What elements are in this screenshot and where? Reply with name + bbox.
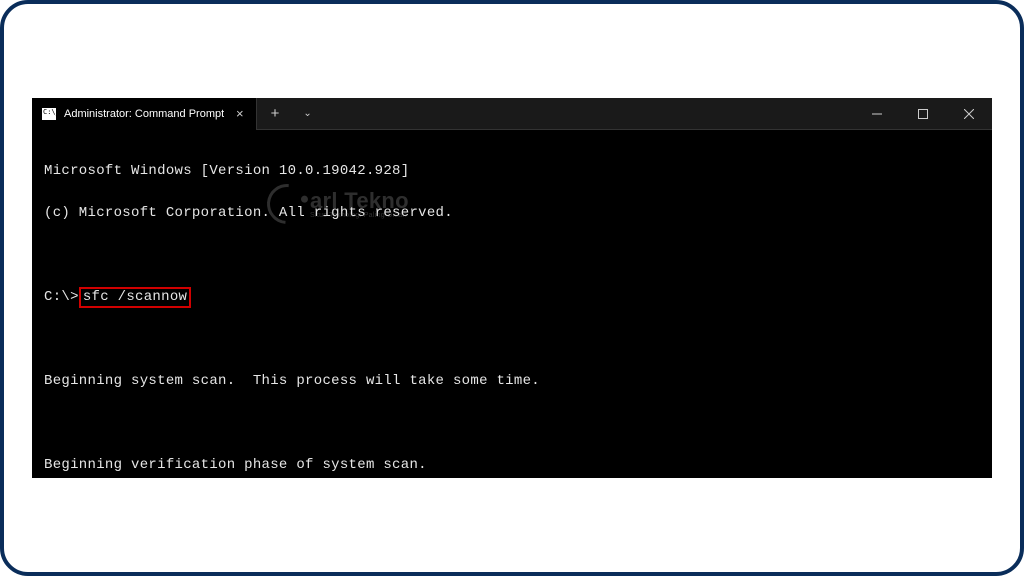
prompt-prefix: C:\>: [44, 287, 79, 308]
outer-frame: Administrator: Command Prompt × + ⌄: [0, 0, 1024, 576]
prompt-line: C:\>sfc /scannow: [44, 287, 980, 308]
close-icon: [964, 109, 974, 119]
terminal-window: Administrator: Command Prompt × + ⌄: [32, 98, 992, 478]
maximize-button[interactable]: [900, 98, 946, 130]
command-prompt-icon: [42, 108, 56, 120]
minimize-button[interactable]: [854, 98, 900, 130]
plus-icon: +: [271, 105, 280, 122]
out-line: Beginning verification phase of system s…: [44, 455, 980, 476]
version-line: Microsoft Windows [Version 10.0.19042.92…: [44, 161, 980, 182]
chevron-down-icon: ⌄: [303, 108, 311, 119]
minimize-icon: [872, 109, 882, 119]
close-button[interactable]: [946, 98, 992, 130]
terminal-body[interactable]: Microsoft Windows [Version 10.0.19042.92…: [32, 130, 992, 478]
maximize-icon: [918, 109, 928, 119]
active-tab[interactable]: Administrator: Command Prompt ×: [32, 98, 257, 130]
title-bar: Administrator: Command Prompt × + ⌄: [32, 98, 992, 130]
blank-line: [44, 329, 980, 350]
tab-title: Administrator: Command Prompt: [64, 108, 224, 120]
new-tab-button[interactable]: +: [257, 98, 294, 130]
window-controls: [854, 98, 992, 130]
copyright-line: (c) Microsoft Corporation. All rights re…: [44, 203, 980, 224]
command-highlight: sfc /scannow: [79, 287, 191, 308]
close-tab-button[interactable]: ×: [232, 106, 248, 121]
out-line: [44, 413, 980, 434]
blank-line: [44, 245, 980, 266]
out-line: Beginning system scan. This process will…: [44, 371, 980, 392]
tab-dropdown-button[interactable]: ⌄: [293, 98, 321, 130]
content-area: Administrator: Command Prompt × + ⌄: [16, 16, 1008, 560]
